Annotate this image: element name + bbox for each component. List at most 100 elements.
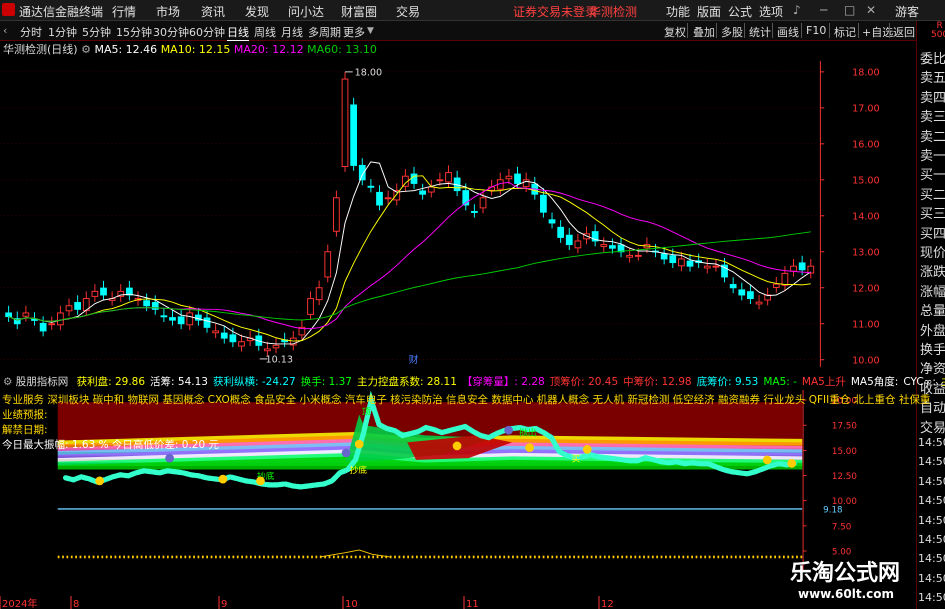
menu-zixun[interactable]: 资讯: [201, 3, 225, 20]
bell-icon[interactable]: ♪: [793, 3, 801, 17]
side-label[interactable]: 外盘: [920, 320, 945, 339]
side-label[interactable]: 14:50: [918, 591, 945, 604]
side-label[interactable]: 总量: [920, 300, 945, 319]
indicator-part: 获利盘: 29.86: [76, 376, 146, 388]
indicator-part: 底筹价: 9.53: [696, 376, 759, 388]
watermark: 乐淘公式网 www.60lt.com: [790, 555, 900, 601]
app-logo-icon: [2, 3, 15, 16]
menu-gongshi[interactable]: 公式: [728, 3, 752, 20]
smiley-icon: [218, 474, 228, 484]
candle: [333, 190, 340, 237]
indicator-part: 获利纵横: -24.27: [212, 376, 296, 388]
amplitude-info: 今日最大振幅: 1.63 % 今日高低价差: 0.20 元: [2, 439, 219, 451]
menu-shichang[interactable]: 市场: [156, 3, 180, 20]
low-label: 10.13: [265, 355, 293, 366]
side-label[interactable]: 换手: [920, 339, 945, 358]
indicator-part: MA5角度:: [850, 376, 899, 388]
watermark-title: 乐淘公式网: [790, 561, 901, 586]
side-label[interactable]: 买四: [920, 223, 945, 242]
menu-wenxiaoda[interactable]: 问小达: [288, 3, 324, 20]
side-label[interactable]: 卖四: [920, 87, 945, 106]
menu-caifuquan[interactable]: 财富圈: [341, 3, 377, 20]
maximize-icon[interactable]: □: [844, 3, 855, 17]
quote-side-panel: R500 委比卖五卖四卖三卖二卖一买一买二买三买四现价涨跌涨幅总量外盘换手净资收…: [916, 21, 945, 609]
minimize-icon[interactable]: ─: [820, 3, 827, 17]
indicator-part: 主力控盘系数: 28.11: [356, 376, 457, 388]
indicator-part: 【穿筹量】: 2.28: [461, 376, 545, 388]
indicator-tick: 7.50: [832, 522, 851, 532]
right-toolbar: 复权 叠加 多股 统计 画线 F10 标记 +自选 返回: [0, 21, 945, 40]
side-label[interactable]: 买二: [920, 184, 945, 203]
main-chart-info: 华测检测(日线) ⚙ MA5: 12.46 MA10: 12.15 MA20: …: [0, 41, 377, 56]
high-label: 18.00: [355, 68, 383, 79]
date-axis: 2024年 8 9 10 11 12: [0, 596, 915, 609]
side-label[interactable]: 14:50: [918, 455, 945, 468]
price-tick: 12.00: [852, 284, 880, 295]
price-tick: 11.00: [852, 320, 880, 331]
indicator-part: 顶筹价: 20.45: [549, 376, 619, 388]
price-tick: 14.00: [852, 212, 880, 223]
side-label[interactable]: 涨幅: [920, 281, 945, 300]
app-title: 通达信金融终端: [19, 5, 104, 19]
indicator-part: 主力: 大户: [941, 376, 945, 388]
date-label: 12: [601, 599, 614, 609]
menu-hangqing[interactable]: 行情: [112, 3, 136, 20]
menu-faxian[interactable]: 发现: [245, 3, 269, 20]
side-label[interactable]: 卖二: [920, 126, 945, 145]
side-label[interactable]: 买一: [920, 164, 945, 183]
indicator-part: 中筹价: 12.98: [623, 376, 692, 388]
side-label[interactable]: 卖五: [920, 67, 945, 86]
btn-fuquan[interactable]: 复权: [664, 24, 686, 40]
btn-tongji[interactable]: 统计: [749, 24, 771, 40]
price-tick: 15.00: [852, 176, 880, 187]
side-label[interactable]: 现价: [920, 242, 945, 261]
candle: [341, 71, 349, 172]
side-label[interactable]: 涨跌: [920, 261, 945, 280]
side-label[interactable]: 14:50: [918, 514, 945, 527]
signal-label: 抄底: [350, 464, 368, 476]
price-tick: 16.00: [852, 140, 880, 151]
btn-biaoji[interactable]: 标记: [834, 24, 856, 40]
side-label[interactable]: 14:50: [918, 475, 945, 488]
btn-duogu[interactable]: 多股: [721, 24, 743, 40]
trade-login-notice[interactable]: 证券交易未登录: [513, 3, 597, 20]
smiley-icon: [762, 455, 772, 465]
concept-panel: 专业服务 深圳板块 碳中和 物联网 基因概念 CXO概念 食品安全 小米概念 汽…: [2, 392, 930, 452]
menu-banmian[interactable]: 版面: [697, 3, 721, 20]
btn-huaxian[interactable]: 画线: [777, 24, 799, 40]
date-label: 8: [73, 599, 79, 609]
side-label[interactable]: 14:50: [918, 552, 945, 565]
reference-price: 9.18: [823, 505, 842, 515]
side-label[interactable]: 14:50: [918, 533, 945, 546]
concept-tags: 专业服务 深圳板块 碳中和 物联网 基因概念 CXO概念 食品安全 小米概念 汽…: [2, 394, 931, 406]
side-label[interactable]: 卖三: [920, 106, 945, 125]
menu-gongneng[interactable]: 功能: [666, 3, 690, 20]
btn-f10[interactable]: F10: [806, 24, 826, 37]
kline-chart[interactable]: 18.00 17.00 16.00 15.00 14.00 13.00 12.00 11.00…: [0, 55, 880, 373]
btn-back[interactable]: 返回: [893, 24, 915, 40]
side-label[interactable]: 14:50: [918, 494, 945, 507]
side-label[interactable]: 卖一: [920, 145, 945, 164]
close-icon[interactable]: ✕: [866, 3, 876, 17]
date-label: 10: [345, 599, 358, 609]
btn-diejia[interactable]: 叠加: [693, 24, 715, 40]
r-indicator: R500: [931, 21, 945, 40]
indicator-name: 股朋指标网: [15, 376, 69, 388]
side-label[interactable]: 买三: [920, 203, 945, 222]
candle: [350, 97, 358, 171]
side-label[interactable]: 14:50: [918, 572, 945, 585]
indicator-part: 活筹: 54.13: [150, 376, 208, 388]
date-label: 9: [221, 599, 227, 609]
user-guest[interactable]: 游客: [895, 3, 919, 20]
unlock-date: 解禁日期:: [2, 424, 48, 436]
earnings-forecast: 业绩预报:: [2, 409, 48, 421]
settings-gear-icon[interactable]: ⚙: [3, 376, 12, 388]
finance-event-marker[interactable]: 财: [409, 354, 419, 366]
menu-jiaoyi[interactable]: 交易: [396, 3, 420, 20]
indicator-part: MA5上升: [801, 376, 846, 388]
indicator-part: MA5: -: [763, 376, 797, 388]
menu-xuanxiang[interactable]: 选项: [759, 3, 783, 20]
stock-name-tag: 华测检测: [589, 5, 638, 19]
side-label[interactable]: 委比: [920, 48, 945, 67]
indicator-info: ⚙ 股朋指标网 获利盘: 29.86 活筹: 54.13 获利纵横: -24.27 换…: [0, 374, 945, 388]
